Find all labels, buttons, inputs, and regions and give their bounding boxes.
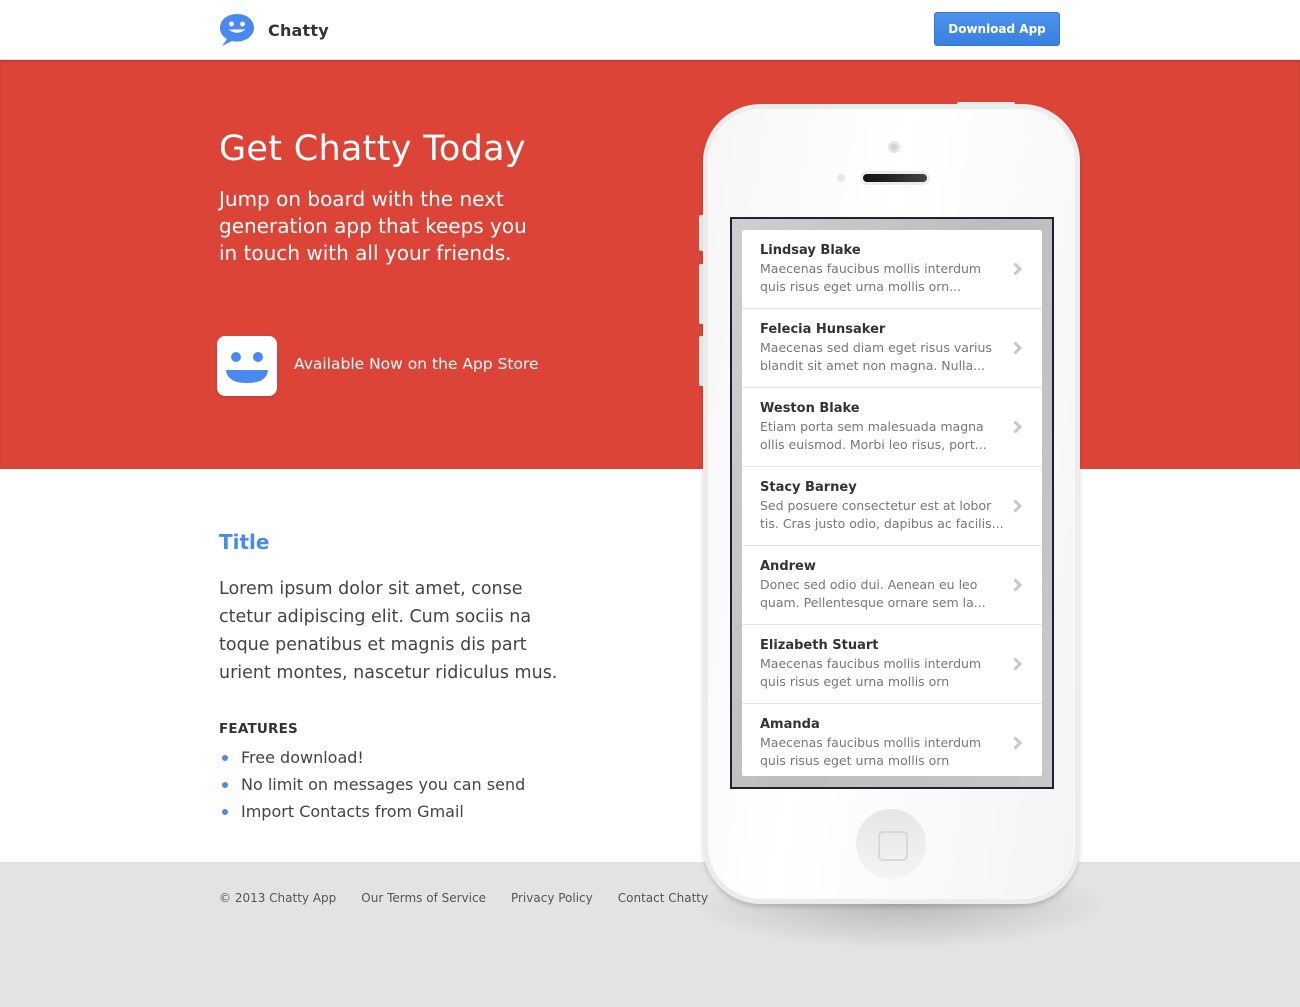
footer-links: © 2013 Chatty App Our Terms of Service P…	[219, 891, 733, 905]
contact-name: Weston Blake	[760, 401, 860, 416]
message-preview: Etiam porta sem malesuada magna ollis eui…	[760, 419, 987, 452]
conversation-row[interactable]: Andrew Donec sed odio dui. Aenean eu leo…	[742, 546, 1042, 625]
download-app-button[interactable]: Download App	[934, 12, 1060, 46]
chevron-right-icon	[1013, 341, 1022, 355]
footer: © 2013 Chatty App Our Terms of Service P…	[0, 862, 1300, 1007]
conversation-row[interactable]: Lindsay Blake Maecenas faucibus mollis i…	[742, 230, 1042, 309]
bullet-icon	[222, 781, 228, 788]
phone-speaker	[860, 171, 930, 185]
message-preview: Maecenas sed diam eget risus varius bland…	[760, 340, 992, 373]
features-heading: FEATURES	[219, 721, 298, 737]
message-preview: Sed posuere consectetur est at lobor tis.…	[760, 498, 1004, 531]
brand-logo[interactable]: Chatty	[219, 13, 329, 47]
phone-screen-frame: Lindsay Blake Maecenas faucibus mollis i…	[730, 217, 1054, 789]
bullet-icon	[222, 754, 228, 761]
bullet-icon	[222, 808, 228, 815]
section-body-line: urient montes, nascetur ridiculus mus.	[219, 663, 558, 683]
conversation-row[interactable]: Amanda Maecenas faucibus mollis interdum…	[742, 704, 1042, 776]
contact-name: Amanda	[760, 717, 820, 732]
conversation-row[interactable]: Stacy Barney Sed posuere consectetur est…	[742, 467, 1042, 546]
phone-mockup: Lindsay Blake Maecenas faucibus mollis i…	[703, 104, 1080, 904]
phone-camera	[888, 141, 900, 153]
conversation-row[interactable]: Elizabeth Stuart Maecenas faucibus molli…	[742, 625, 1042, 704]
feature-label: Import Contacts from Gmail	[241, 802, 464, 821]
privacy-link[interactable]: Privacy Policy	[511, 891, 593, 905]
section-body-line: Lorem ipsum dolor sit amet, conse	[219, 579, 523, 599]
chevron-right-icon	[1013, 262, 1022, 276]
phone-sensor	[837, 174, 845, 182]
chevron-right-icon	[1013, 578, 1022, 592]
chevron-right-icon	[1013, 736, 1022, 750]
feature-item: Import Contacts from Gmail	[219, 798, 525, 825]
terms-link[interactable]: Our Terms of Service	[361, 891, 486, 905]
feature-item: Free download!	[219, 744, 525, 771]
conversation-list: Lindsay Blake Maecenas faucibus mollis i…	[742, 230, 1042, 776]
conversation-row[interactable]: Weston Blake Etiam porta sem malesuada m…	[742, 388, 1042, 467]
section-body: Lorem ipsum dolor sit amet, conse ctetur…	[219, 575, 557, 687]
hero-subtitle-line: Jump on board with the next	[219, 187, 504, 211]
conversation-row[interactable]: Felecia Hunsaker Maecenas sed diam eget …	[742, 309, 1042, 388]
hero-subtitle: Jump on board with the next generation a…	[219, 186, 549, 267]
feature-label: No limit on messages you can send	[241, 775, 526, 794]
section-body-line: toque penatibus et magnis dis part	[219, 635, 527, 655]
message-preview: Maecenas faucibus mollis interdum quis ri…	[760, 656, 982, 689]
contact-name: Stacy Barney	[760, 480, 857, 495]
app-store-badge[interactable]	[217, 336, 277, 396]
app-store-link[interactable]: Available Now on the App Store	[294, 355, 539, 373]
contact-name: Elizabeth Stuart	[760, 638, 879, 653]
hero-title: Get Chatty Today	[219, 129, 526, 169]
contact-name: Lindsay Blake	[760, 243, 861, 258]
phone-home-button	[856, 809, 926, 879]
hero-subtitle-line: generation app that keeps you	[219, 214, 527, 238]
message-preview: Maecenas faucibus mollis interdum quis ri…	[760, 261, 982, 294]
top-navbar: Chatty Download App	[0, 0, 1300, 60]
hero-subtitle-line: in touch with all your friends.	[219, 241, 512, 265]
section-body-line: ctetur adipiscing elit. Cum sociis na	[219, 607, 532, 627]
hero-section: Get Chatty Today Jump on board with the …	[0, 60, 1300, 469]
section-title: Title	[219, 530, 270, 554]
brand-name: Chatty	[268, 20, 329, 40]
message-preview: Donec sed odio dui. Aenean eu leo quam. P…	[760, 577, 986, 610]
contact-name: Felecia Hunsaker	[760, 322, 886, 337]
message-preview: Maecenas faucibus mollis interdum quis ri…	[760, 735, 982, 768]
chevron-right-icon	[1013, 499, 1022, 513]
smiley-app-icon	[226, 352, 268, 383]
feature-label: Free download!	[241, 748, 364, 767]
chevron-right-icon	[1013, 657, 1022, 671]
features-list: Free download! No limit on messages you …	[219, 744, 525, 825]
feature-item: No limit on messages you can send	[219, 771, 525, 798]
chevron-right-icon	[1013, 420, 1022, 434]
contact-name: Andrew	[760, 559, 816, 574]
copyright-text: © 2013 Chatty App	[219, 891, 337, 905]
chat-bubble-smile-icon	[220, 14, 254, 46]
